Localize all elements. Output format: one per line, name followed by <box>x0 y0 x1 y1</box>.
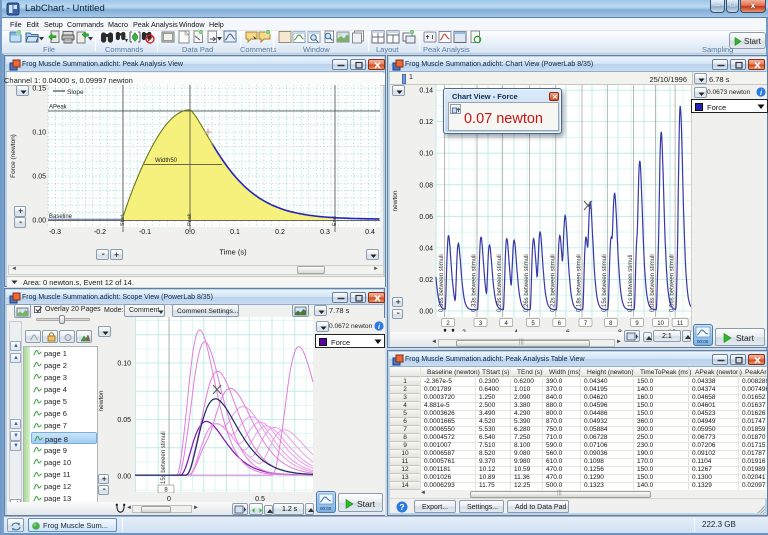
svg-text:0.33s between stimuli: 0.33s between stimuli <box>472 254 478 312</box>
svg-text:0.04: 0.04 <box>419 245 433 252</box>
svg-text:0.10: 0.10 <box>419 151 433 158</box>
svg-text:?: ? <box>399 502 404 512</box>
svg-text:-0.3: -0.3 <box>49 229 61 236</box>
svg-text:0.02: 0.02 <box>419 277 433 284</box>
svg-text:0.15s between stimuli: 0.15s between stimuli <box>161 431 167 489</box>
svg-text:0.05: 0.05 <box>117 417 131 424</box>
svg-text:10: 10 <box>657 321 664 327</box>
svg-text:0.06: 0.06 <box>419 214 433 221</box>
svg-text:newton: newton <box>392 190 399 211</box>
svg-text:0.22s between stimuli: 0.22s between stimuli <box>550 254 556 312</box>
svg-text:0.0: 0.0 <box>185 229 195 236</box>
svg-text:0.08s between stimuli: 0.08s between stimuli <box>650 254 656 312</box>
svg-text:newton: newton <box>98 390 105 411</box>
svg-text:0.11s between stimuli: 0.11s between stimuli <box>628 255 634 312</box>
svg-text:-0.1: -0.1 <box>139 229 151 236</box>
svg-text:0.05: 0.05 <box>32 174 46 181</box>
svg-text:0.00: 0.00 <box>117 474 131 481</box>
svg-text:Time (s): Time (s) <box>219 248 247 257</box>
svg-text:0.26s between stimuli: 0.26s between stimuli <box>524 254 530 312</box>
svg-text:-0.2: -0.2 <box>94 229 106 236</box>
svg-text:0.10: 0.10 <box>117 361 131 368</box>
svg-text:Peak: Peak <box>187 213 193 226</box>
svg-text:0.29s between stimuli: 0.29s between stimuli <box>497 254 503 312</box>
svg-text:Force (newton): Force (newton) <box>10 134 17 178</box>
svg-text:0.00: 0.00 <box>32 218 46 225</box>
svg-text:0.00: 0.00 <box>419 309 433 316</box>
svg-text:0.2: 0.2 <box>275 229 285 236</box>
svg-text:0.10: 0.10 <box>32 130 46 137</box>
svg-text:Width50: Width50 <box>155 158 178 164</box>
svg-text:0.15s between stimuli: 0.15s between stimuli <box>602 254 608 312</box>
svg-text:0.18s between stimuli: 0.18s between stimuli <box>577 254 583 312</box>
svg-text:0.08: 0.08 <box>419 182 433 189</box>
svg-text:00:00: 00:00 <box>320 506 332 511</box>
svg-text:11: 11 <box>677 321 684 327</box>
svg-text:Baseline: Baseline <box>49 214 73 220</box>
svg-text:APeak: APeak <box>49 105 68 111</box>
svg-text:0.12: 0.12 <box>419 119 433 126</box>
svg-text:Slope: Slope <box>67 89 84 96</box>
svg-text:0.3: 0.3 <box>320 229 330 236</box>
svg-text:0.4: 0.4 <box>365 229 375 236</box>
svg-text:0.1: 0.1 <box>230 229 240 236</box>
svg-text:00:00: 00:00 <box>697 339 709 344</box>
svg-text:0.14: 0.14 <box>419 88 433 95</box>
svg-text:0.15: 0.15 <box>32 86 46 93</box>
